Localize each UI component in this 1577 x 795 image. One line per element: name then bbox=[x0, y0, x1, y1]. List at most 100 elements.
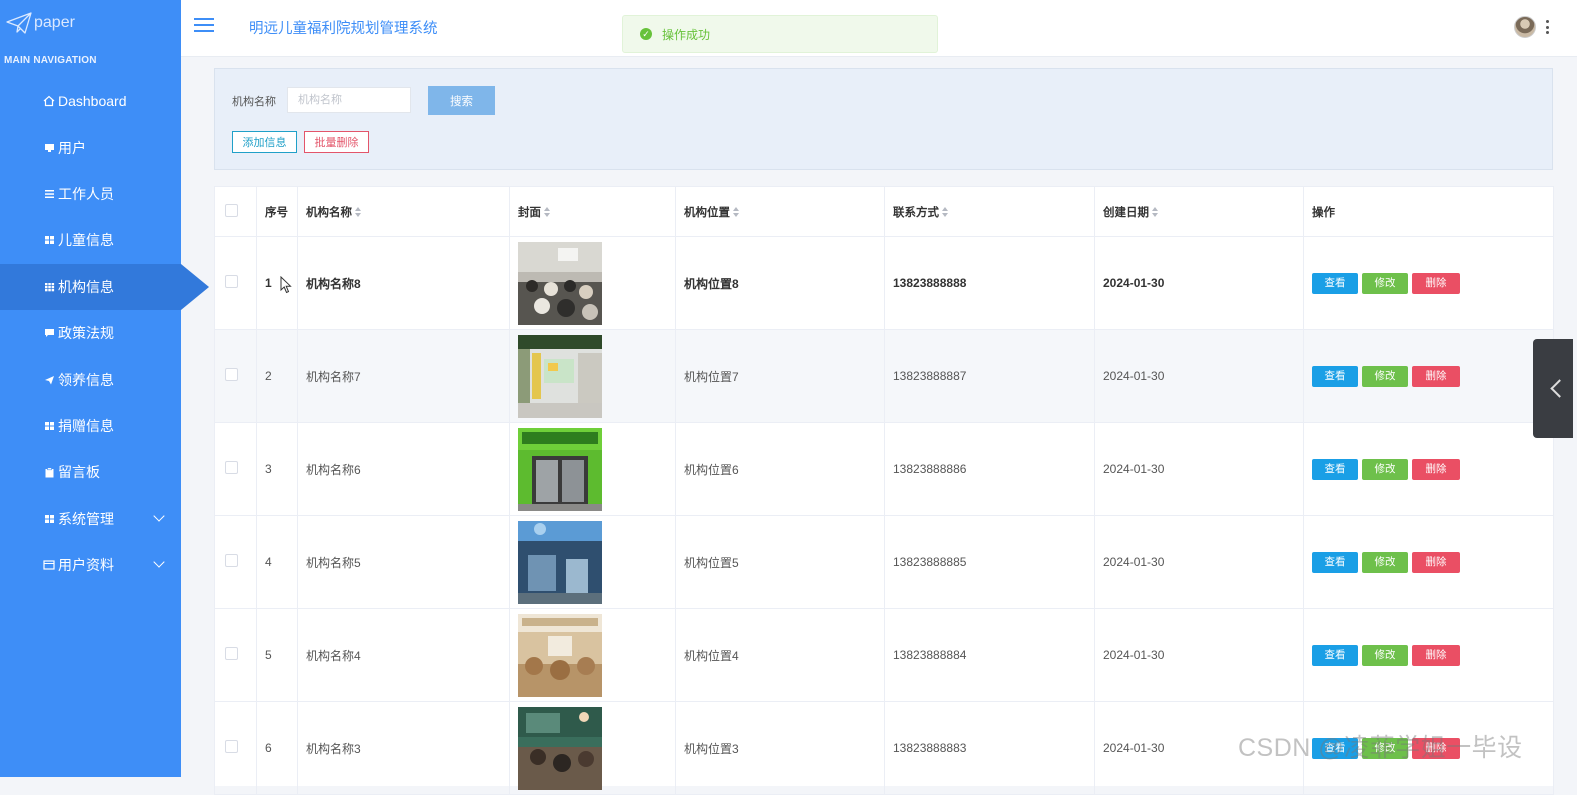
cover-image[interactable] bbox=[518, 427, 602, 511]
row-checkbox[interactable] bbox=[225, 461, 238, 474]
search-label: 机构名称 bbox=[232, 96, 276, 108]
cell-location: 机构位置3 bbox=[675, 701, 885, 795]
delete-button[interactable]: 删除 bbox=[1412, 365, 1460, 387]
sidebar-item-staff[interactable]: 工作人员 bbox=[0, 171, 181, 217]
column-header-contact[interactable]: 联系方式 bbox=[884, 186, 1095, 237]
cell-contact: 13823888884 bbox=[884, 608, 1095, 702]
monitor-icon bbox=[42, 143, 56, 153]
row-checkbox[interactable] bbox=[225, 647, 238, 660]
delete-button[interactable]: 删除 bbox=[1412, 458, 1460, 480]
cell-date: 2024-01-30 bbox=[1094, 329, 1304, 423]
cell-location: 机构位置5 bbox=[675, 515, 885, 609]
search-input[interactable] bbox=[287, 87, 411, 113]
more-vertical-icon[interactable] bbox=[1546, 20, 1550, 36]
cell-cover bbox=[509, 608, 676, 702]
cell-name: 机构名称3 bbox=[297, 701, 510, 795]
delete-button[interactable]: 删除 bbox=[1412, 272, 1460, 294]
sidebar-item-donations[interactable]: 捐赠信息 bbox=[0, 403, 181, 449]
cell-actions: 查看 修改 删除 bbox=[1303, 608, 1554, 702]
cell-actions: 查看 修改 删除 bbox=[1303, 515, 1554, 609]
row-checkbox[interactable] bbox=[225, 740, 238, 753]
app-logo[interactable]: paper bbox=[6, 10, 75, 36]
row-checkbox[interactable] bbox=[225, 368, 238, 381]
cover-image[interactable] bbox=[518, 706, 602, 790]
column-header-label: 封面 bbox=[518, 206, 541, 219]
edit-button[interactable]: 修改 bbox=[1362, 458, 1408, 480]
menu-toggle-icon[interactable] bbox=[194, 18, 214, 34]
sidebar-item-users[interactable]: 用户 bbox=[0, 124, 181, 170]
cell-name: 机构名称7 bbox=[297, 329, 510, 423]
cover-image[interactable] bbox=[518, 613, 602, 697]
view-button[interactable]: 查看 bbox=[1312, 272, 1358, 294]
table-row[interactable]: 5 机构名称4 机构位置4 13823888884 2024-01-30 查看修… bbox=[214, 608, 1554, 702]
sidebar-item-institutions[interactable]: 机构信息 bbox=[0, 263, 209, 310]
cell-name: 机构名称8 bbox=[297, 236, 510, 330]
sidebar-item-label: 系统管理 bbox=[58, 510, 114, 527]
cover-image[interactable] bbox=[518, 334, 602, 418]
table-row[interactable]: 3 机构名称6 机构位置6 13823888886 2024-01-30 查看修… bbox=[214, 422, 1554, 516]
column-header-cover[interactable]: 封面 bbox=[509, 186, 676, 237]
nav-list: Dashboard 用户 工作人员 儿童信息 机构信息 政策法规 领养信息 捐赠… bbox=[0, 78, 209, 588]
delete-button[interactable]: 删除 bbox=[1412, 551, 1460, 573]
cell-date: 2024-01-30 bbox=[1094, 236, 1304, 330]
sidebar-item-children[interactable]: 儿童信息 bbox=[0, 217, 181, 263]
cover-image[interactable] bbox=[518, 520, 602, 604]
view-button[interactable]: 查看 bbox=[1312, 551, 1358, 573]
column-header-date[interactable]: 创建日期 bbox=[1094, 186, 1304, 237]
batch-delete-button[interactable]: 批量删除 bbox=[304, 131, 369, 153]
view-button[interactable]: 查看 bbox=[1312, 644, 1358, 666]
cell-name: 机构名称4 bbox=[297, 608, 510, 702]
toast-message: 操作成功 bbox=[662, 27, 711, 42]
column-header-label: 机构位置 bbox=[684, 206, 730, 219]
page-title: 明远儿童福利院规划管理系统 bbox=[249, 21, 438, 37]
cell-index: 3 bbox=[256, 422, 298, 516]
column-header-label: 联系方式 bbox=[893, 206, 939, 219]
cell-location: 机构位置8 bbox=[675, 236, 885, 330]
cell-contact: 13823888885 bbox=[884, 515, 1095, 609]
table-row[interactable]: 4 机构名称5 机构位置5 13823888885 2024-01-30 查看修… bbox=[214, 515, 1554, 609]
data-table: 序号 机构名称 封面 机构位置 联系方式 创建日期 操作 1 机构名称8 机构位… bbox=[214, 186, 1554, 795]
sidebar: paper MAIN NAVIGATION Dashboard 用户 工作人员 … bbox=[0, 0, 209, 777]
cell-location: 机构位置4 bbox=[675, 608, 885, 702]
card-icon bbox=[42, 560, 56, 570]
cell-name: 机构名称5 bbox=[297, 515, 510, 609]
column-header-label: 创建日期 bbox=[1103, 206, 1149, 219]
chevron-left-icon bbox=[1550, 379, 1569, 398]
mouse-cursor-icon bbox=[280, 276, 292, 294]
cover-image[interactable] bbox=[518, 241, 602, 325]
row-checkbox[interactable] bbox=[225, 275, 238, 288]
view-button[interactable]: 查看 bbox=[1312, 365, 1358, 387]
cell-cover bbox=[509, 701, 676, 795]
add-button[interactable]: 添加信息 bbox=[232, 131, 297, 153]
row-checkbox[interactable] bbox=[225, 554, 238, 567]
table-row[interactable]: 1 机构名称8 机构位置8 13823888888 2024-01-30 查看修… bbox=[214, 236, 1554, 330]
sidebar-item-system[interactable]: 系统管理 bbox=[0, 496, 181, 542]
cell-actions: 查看 修改 删除 bbox=[1303, 329, 1554, 423]
select-all-cell bbox=[214, 186, 257, 237]
watermark: CSDN @凌菲学姐一毕设 bbox=[1238, 734, 1523, 762]
success-toast: ✓ 操作成功 bbox=[622, 15, 938, 53]
search-button[interactable]: 搜索 bbox=[428, 86, 495, 115]
edit-button[interactable]: 修改 bbox=[1362, 365, 1408, 387]
clipboard-icon bbox=[42, 467, 56, 478]
cell-location: 机构位置6 bbox=[675, 422, 885, 516]
column-header-name[interactable]: 机构名称 bbox=[297, 186, 510, 237]
view-button[interactable]: 查看 bbox=[1312, 458, 1358, 480]
avatar[interactable] bbox=[1514, 16, 1536, 38]
column-header-label: 机构名称 bbox=[306, 206, 352, 219]
edit-button[interactable]: 修改 bbox=[1362, 272, 1408, 294]
sidebar-item-policies[interactable]: 政策法规 bbox=[0, 310, 181, 356]
sidebar-item-dashboard[interactable]: Dashboard bbox=[0, 78, 181, 124]
sidebar-item-profile[interactable]: 用户资料 bbox=[0, 542, 181, 588]
search-panel: 机构名称 搜索 添加信息 批量删除 bbox=[214, 68, 1553, 170]
select-all-checkbox[interactable] bbox=[225, 203, 238, 217]
sidebar-item-adoption[interactable]: 领养信息 bbox=[0, 356, 181, 402]
delete-button[interactable]: 删除 bbox=[1412, 644, 1460, 666]
table-row[interactable]: 2 机构名称7 机构位置7 13823888887 2024-01-30 查看修… bbox=[214, 329, 1554, 423]
sidebar-item-messages[interactable]: 留言板 bbox=[0, 449, 181, 495]
column-header-location[interactable]: 机构位置 bbox=[675, 186, 885, 237]
edit-button[interactable]: 修改 bbox=[1362, 551, 1408, 573]
cell-contact: 13823888883 bbox=[884, 701, 1095, 795]
edit-button[interactable]: 修改 bbox=[1362, 644, 1408, 666]
side-panel-toggle[interactable] bbox=[1533, 339, 1573, 438]
